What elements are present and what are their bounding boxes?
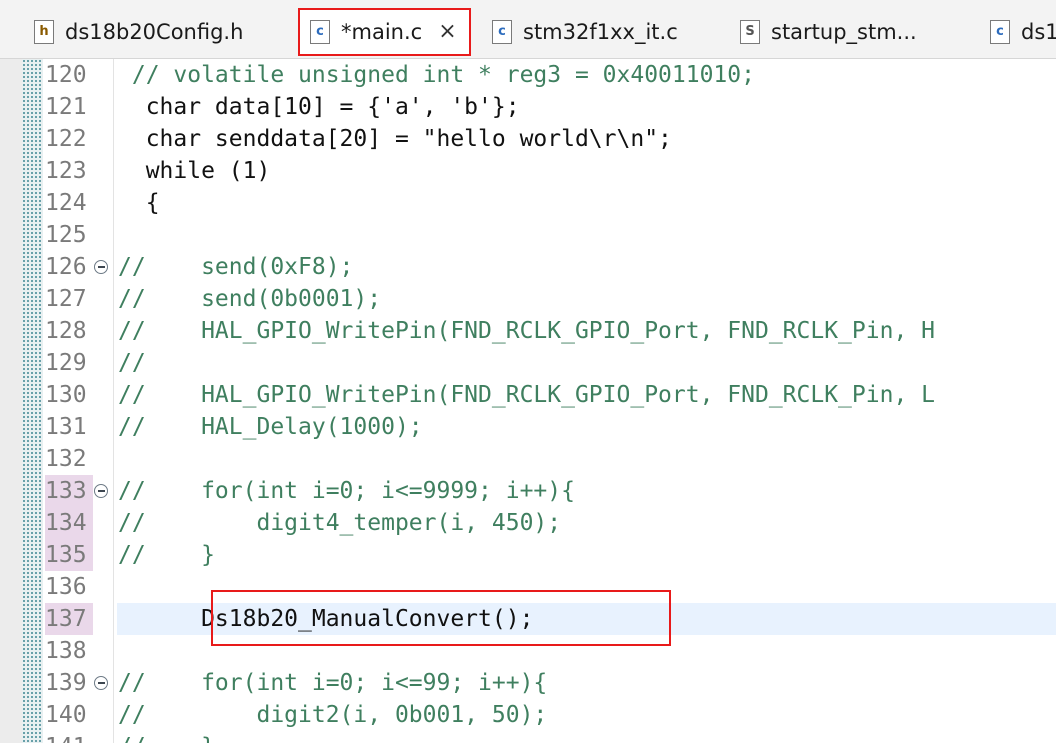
c-file-icon: c	[492, 20, 512, 44]
line-code: //	[118, 350, 146, 376]
code-line: 122 char senddata[20] = "hello world\r\n…	[0, 123, 1056, 155]
c-file-icon: c	[990, 20, 1010, 44]
line-number: 140	[45, 702, 87, 728]
line-number: 134	[45, 507, 93, 539]
code-line: 128 // HAL_GPIO_WritePin(FND_RCLK_GPIO_P…	[0, 315, 1056, 347]
code-line: 132	[0, 443, 1056, 475]
h-file-icon: h	[34, 20, 54, 44]
tab-startup-stm[interactable]: S startup_stm...	[740, 13, 917, 51]
code-line: 129 //	[0, 347, 1056, 379]
code-line: 139 // for(int i=0; i<=99; i++){	[0, 667, 1056, 699]
fold-toggle-icon[interactable]	[94, 676, 108, 690]
line-number: 131	[45, 414, 87, 440]
code-line: 125	[0, 219, 1056, 251]
line-number: 128	[45, 318, 87, 344]
line-code: // HAL_Delay(1000);	[118, 414, 423, 440]
line-number: 141	[45, 731, 93, 743]
line-number: 120	[45, 62, 87, 88]
code-line: 141 // }	[0, 731, 1056, 743]
line-code: // volatile unsigned int * reg3 = 0x4001…	[118, 62, 755, 88]
line-code: char senddata[20] = "hello world\r\n";	[118, 126, 672, 152]
line-number: 125	[45, 222, 87, 248]
line-number: 126	[45, 254, 87, 280]
code-line: 123 while (1)	[0, 155, 1056, 187]
code-line: 121 char data[10] = {'a', 'b'};	[0, 91, 1056, 123]
tab-ds18b20config-h[interactable]: h ds18b20Config.h	[34, 13, 243, 51]
line-code: // HAL_GPIO_WritePin(FND_RCLK_GPIO_Port,…	[118, 382, 935, 408]
line-code: // }	[118, 542, 215, 568]
code-line: 131 // HAL_Delay(1000);	[0, 411, 1056, 443]
tab-stm32f1xx-it-c[interactable]: c stm32f1xx_it.c	[492, 13, 678, 51]
tab-label: startup_stm...	[771, 20, 917, 44]
tab-label: stm32f1xx_it.c	[523, 20, 678, 44]
line-number: 132	[45, 446, 87, 472]
line-number: 129	[45, 350, 87, 376]
tab-main-c[interactable]: c *main.c ×	[298, 8, 471, 56]
code-line: 124 {	[0, 187, 1056, 219]
line-code: // for(int i=0; i<=99; i++){	[118, 670, 548, 696]
line-number: 130	[45, 382, 87, 408]
line-code: // }	[118, 731, 215, 743]
editor-tab-bar: h ds18b20Config.h c *main.c × c stm32f1x…	[0, 0, 1056, 59]
line-code: // digit4_temper(i, 450);	[118, 510, 562, 536]
code-line: 120 // volatile unsigned int * reg3 = 0x…	[0, 59, 1056, 91]
tab-ds1[interactable]: c ds1	[990, 13, 1056, 51]
line-code: // digit2(i, 0b001, 50);	[118, 702, 548, 728]
tab-label: ds1	[1021, 20, 1056, 44]
code-line: 134 // digit4_temper(i, 450);	[0, 507, 1056, 539]
line-code: char data[10] = {'a', 'b'};	[118, 94, 520, 120]
line-number: 139	[45, 670, 87, 696]
line-number: 138	[45, 638, 87, 664]
line-code: // send(0b0001);	[118, 286, 382, 312]
line-code: {	[118, 190, 160, 216]
line-number: 123	[45, 158, 87, 184]
fold-toggle-icon[interactable]	[94, 260, 108, 274]
line-code: while (1)	[118, 158, 271, 184]
line-number: 136	[45, 574, 87, 600]
line-code: // for(int i=0; i<=9999; i++){	[118, 478, 575, 504]
tab-label: ds18b20Config.h	[65, 20, 244, 44]
s-file-icon: S	[740, 20, 760, 44]
line-number: 135	[45, 539, 93, 571]
line-number: 127	[45, 286, 87, 312]
line-code: // send(0xF8);	[118, 254, 354, 280]
code-editor[interactable]: 120 // volatile unsigned int * reg3 = 0x…	[0, 59, 1056, 743]
line-number: 137	[45, 603, 93, 635]
line-code: // HAL_GPIO_WritePin(FND_RCLK_GPIO_Port,…	[118, 318, 935, 344]
code-line: 140 // digit2(i, 0b001, 50);	[0, 699, 1056, 731]
annotation-highlight-box	[211, 590, 671, 646]
code-line: 126 // send(0xF8);	[0, 251, 1056, 283]
code-line: 130 // HAL_GPIO_WritePin(FND_RCLK_GPIO_P…	[0, 379, 1056, 411]
line-number: 122	[45, 126, 87, 152]
c-file-icon: c	[310, 20, 330, 44]
tab-label: *main.c	[341, 20, 423, 44]
line-number: 124	[45, 190, 87, 216]
code-line: 135 // }	[0, 539, 1056, 571]
code-line: 127 // send(0b0001);	[0, 283, 1056, 315]
line-number: 133	[45, 475, 93, 507]
fold-toggle-icon[interactable]	[94, 484, 108, 498]
code-line: 133 // for(int i=0; i<=9999; i++){	[0, 475, 1056, 507]
close-icon[interactable]: ×	[438, 21, 456, 43]
line-number: 121	[45, 94, 87, 120]
